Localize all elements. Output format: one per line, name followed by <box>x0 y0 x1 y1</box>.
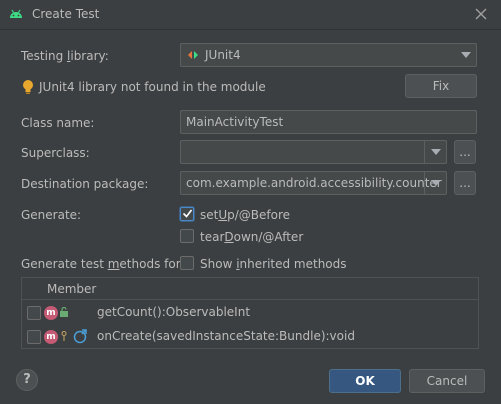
testing-library-value: JUnit4 <box>205 48 241 62</box>
class-name-input[interactable] <box>181 111 476 133</box>
table-header: Member <box>22 278 478 300</box>
setup-label[interactable]: setUp/@Before <box>200 208 290 222</box>
testing-library-label: Testing library: <box>21 49 109 63</box>
protected-key-icon <box>61 331 67 341</box>
superclass-dropdown[interactable] <box>424 141 446 163</box>
generate-label: Generate: <box>21 208 82 222</box>
table-row[interactable]: m onCreate(savedInstanceState:Bundle):vo… <box>22 325 478 349</box>
method-icon: m <box>44 306 58 320</box>
ok-button[interactable]: OK <box>329 369 401 393</box>
member-name: onCreate(savedInstanceState:Bundle):void <box>97 329 355 343</box>
warning-text: JUnit4 library not found in the module <box>39 80 266 94</box>
chevron-down-icon <box>431 180 441 186</box>
fix-button[interactable]: Fix <box>405 74 477 98</box>
cancel-button[interactable]: Cancel <box>409 369 485 393</box>
help-button[interactable]: ? <box>16 369 38 391</box>
chevron-down-icon <box>431 149 441 155</box>
teardown-label[interactable]: tearDown/@After <box>200 230 303 244</box>
superclass-label: Superclass: <box>21 146 90 160</box>
show-inherited-label[interactable]: Show inherited methods <box>200 257 347 271</box>
junit-icon <box>188 51 198 59</box>
superclass-select[interactable] <box>180 140 447 164</box>
window-title: Create Test <box>32 7 100 21</box>
destination-package-value: com.example.android.accessibility.counte… <box>186 176 442 190</box>
testing-library-select[interactable]: JUnit4 <box>180 43 477 67</box>
member-table: Member m getCount():ObservableInt m onCr… <box>21 277 479 349</box>
title-bar: Create Test <box>0 0 501 30</box>
method-icon: m <box>44 330 58 344</box>
android-icon <box>10 9 22 18</box>
destination-dropdown[interactable] <box>424 172 446 194</box>
setup-checkbox[interactable] <box>180 207 194 221</box>
superclass-browse-button[interactable]: ... <box>454 140 476 164</box>
teardown-checkbox[interactable] <box>180 229 194 243</box>
destination-browse-button[interactable]: ... <box>454 171 476 195</box>
override-icon <box>73 329 87 344</box>
row-checkbox[interactable] <box>27 330 41 344</box>
class-name-field[interactable] <box>180 110 477 134</box>
show-inherited-checkbox[interactable] <box>180 256 194 270</box>
row-checkbox[interactable] <box>27 306 41 320</box>
table-row[interactable]: m getCount():ObservableInt <box>22 301 478 325</box>
checkmark-icon <box>182 209 193 218</box>
public-lock-open-icon <box>60 307 68 317</box>
destination-package-select[interactable]: com.example.android.accessibility.counte… <box>180 171 447 195</box>
member-column-header: Member <box>47 282 97 296</box>
destination-package-label: Destination package: <box>21 177 149 191</box>
class-name-label: Class name: <box>21 116 95 130</box>
close-icon[interactable] <box>473 6 489 22</box>
lightbulb-icon <box>23 80 33 94</box>
member-name: getCount():ObservableInt <box>97 305 251 319</box>
methods-label: Generate test methods for: <box>21 257 185 271</box>
chevron-down-icon <box>461 52 471 58</box>
